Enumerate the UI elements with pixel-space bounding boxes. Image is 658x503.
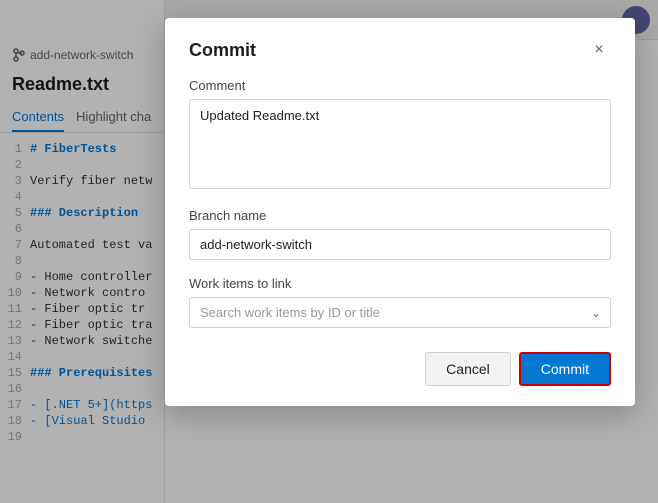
modal-header: Commit × — [189, 38, 611, 62]
comment-label: Comment — [189, 78, 611, 93]
branch-name-input[interactable] — [189, 229, 611, 260]
modal-footer: Cancel Commit — [189, 352, 611, 386]
work-items-placeholder[interactable]: Search work items by ID or title — [189, 297, 611, 328]
work-items-label: Work items to link — [189, 276, 611, 291]
page-background: Files / FiberTests add-network-switch Re… — [0, 0, 658, 503]
modal-title: Commit — [189, 40, 256, 61]
modal-close-button[interactable]: × — [587, 38, 611, 62]
work-items-dropdown[interactable]: Search work items by ID or title ⌄ — [189, 297, 611, 328]
cancel-button[interactable]: Cancel — [425, 352, 511, 386]
commit-button[interactable]: Commit — [519, 352, 611, 386]
comment-textarea[interactable]: Updated Readme.txt — [189, 99, 611, 189]
commit-modal: Commit × Comment Updated Readme.txt Bran… — [165, 18, 635, 406]
branch-name-label: Branch name — [189, 208, 611, 223]
